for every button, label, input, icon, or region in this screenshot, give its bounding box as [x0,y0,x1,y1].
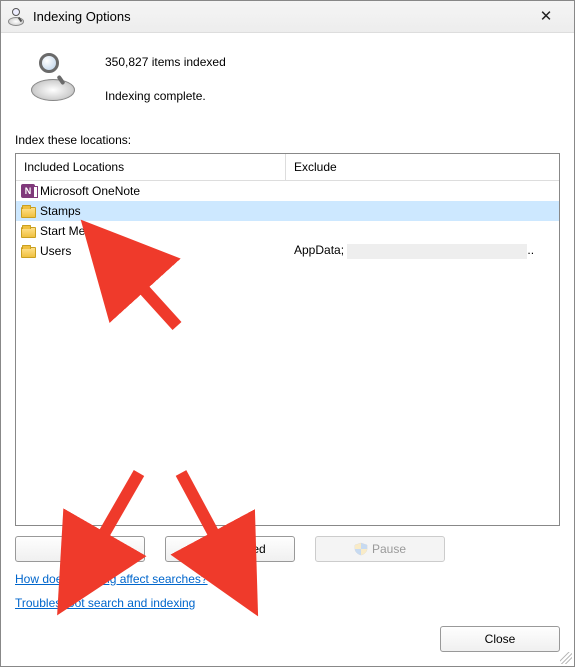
modify-button[interactable]: Modify [15,536,145,562]
status-text-block: 350,827 items indexed Indexing complete. [105,49,226,103]
folder-icon [20,243,36,259]
close-button-label: Close [485,632,516,646]
resize-grip[interactable] [560,652,572,664]
status-row: 350,827 items indexed Indexing complete. [15,43,560,133]
indexing-state-label: Indexing complete. [105,89,226,103]
included-name: Users [40,244,71,258]
exclude-text: AppData; [294,243,347,257]
list-item[interactable]: Users AppData; .. [16,241,559,261]
exclude-cell: AppData; .. [286,243,559,258]
magnifier-disc-icon [29,53,77,101]
list-item[interactable]: N Microsoft OneNote [16,181,559,201]
button-row: Modify Advanced [15,526,560,572]
footer: Close [15,620,560,652]
locations-section-label: Index these locations: [15,133,560,147]
folder-icon [20,223,36,239]
included-cell: Stamps [16,203,286,219]
onenote-icon: N [20,183,36,199]
locations-list-header: Included Locations Exclude [16,154,559,181]
content-area: 350,827 items indexed Indexing complete.… [1,33,574,666]
uac-shield-icon [194,542,208,556]
included-cell: N Microsoft OneNote [16,183,286,199]
truncation-ellipsis: .. [527,243,534,257]
close-button[interactable]: Close [440,626,560,652]
window-close-button[interactable]: ✕ [524,3,568,31]
modify-button-label: Modify [62,542,97,556]
locations-list: Included Locations Exclude N Microsoft On… [15,153,560,526]
included-name: Microsoft OneNote [40,184,140,198]
advanced-button-label: Advanced [212,542,265,556]
close-icon: ✕ [540,9,553,24]
indexing-options-window: Indexing Options ✕ 350,827 items indexed… [0,0,575,667]
included-name: Stamps [40,204,81,218]
column-header-included[interactable]: Included Locations [16,154,286,180]
list-item[interactable]: Stamps [16,201,559,221]
window-title: Indexing Options [33,9,524,24]
locations-list-body[interactable]: N Microsoft OneNote Stamps Start Menu Users A… [16,181,559,525]
included-cell: Start Menu [16,223,286,239]
uac-shield-icon [354,542,368,556]
folder-icon [20,203,36,219]
troubleshoot-link[interactable]: Troubleshoot search and indexing [15,596,195,610]
included-cell: Users [16,243,286,259]
pause-button: Pause [315,536,445,562]
column-header-exclude[interactable]: Exclude [286,154,559,180]
pause-button-label: Pause [372,542,406,556]
how-indexing-link[interactable]: How does indexing affect searches? [15,572,208,586]
included-name: Start Menu [40,224,99,238]
redacted-content [347,244,527,259]
list-item[interactable]: Start Menu [16,221,559,241]
titlebar: Indexing Options ✕ [1,1,574,33]
advanced-button[interactable]: Advanced [165,536,295,562]
indexed-count-label: 350,827 items indexed [105,55,226,69]
app-icon [7,8,25,26]
